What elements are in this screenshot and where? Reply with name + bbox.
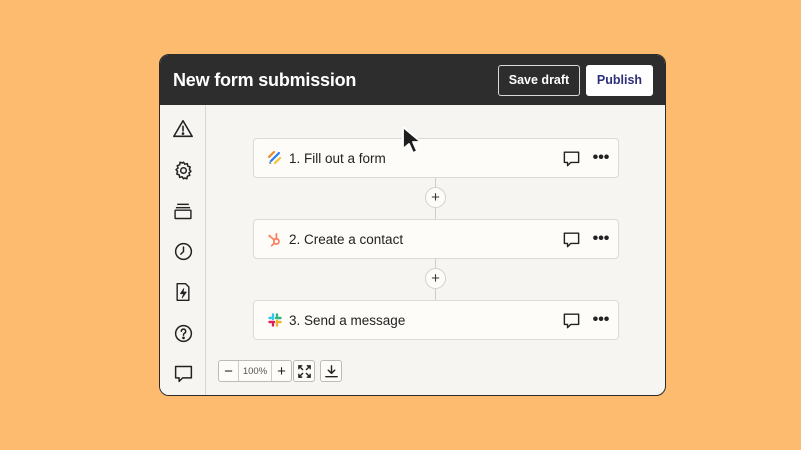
zoom-level: 100% bbox=[238, 361, 272, 381]
download-button[interactable] bbox=[320, 360, 342, 382]
file-bolt-icon[interactable] bbox=[171, 280, 195, 304]
step-card[interactable]: 3. Send a message ••• bbox=[253, 300, 619, 340]
save-draft-button[interactable]: Save draft bbox=[498, 64, 580, 96]
download-icon bbox=[324, 364, 338, 377]
form-app-icon bbox=[267, 151, 282, 166]
add-step-button[interactable]: + bbox=[425, 187, 446, 208]
zoom-controls: − 100% + bbox=[218, 360, 292, 382]
publish-button[interactable]: Publish bbox=[586, 64, 653, 96]
sidebar bbox=[160, 105, 206, 395]
zoom-in-button[interactable]: + bbox=[272, 361, 291, 381]
gear-icon[interactable] bbox=[171, 158, 195, 182]
slack-icon bbox=[267, 313, 282, 328]
fit-to-screen-button[interactable] bbox=[293, 360, 315, 382]
more-options-icon[interactable]: ••• bbox=[591, 310, 611, 330]
zoom-out-button[interactable]: − bbox=[219, 361, 238, 381]
mouse-cursor-icon bbox=[400, 125, 428, 162]
step-card[interactable]: 2. Create a contact ••• bbox=[253, 219, 619, 259]
comment-icon[interactable] bbox=[561, 229, 581, 249]
step-label: 2. Create a contact bbox=[289, 231, 404, 247]
hubspot-icon bbox=[267, 232, 282, 247]
editor-window: New form submission Save draft Publish 1… bbox=[159, 54, 666, 396]
step-card[interactable]: 1. Fill out a form ••• bbox=[253, 138, 619, 178]
expand-icon bbox=[297, 364, 311, 378]
workflow-canvas[interactable]: 1. Fill out a form ••• + 2. Create a con… bbox=[207, 105, 665, 395]
clock-icon[interactable] bbox=[171, 239, 195, 263]
more-options-icon[interactable]: ••• bbox=[591, 148, 611, 168]
header-bar: New form submission Save draft Publish bbox=[160, 55, 665, 105]
step-label: 3. Send a message bbox=[289, 312, 406, 328]
help-icon[interactable] bbox=[171, 321, 195, 345]
warning-icon[interactable] bbox=[171, 117, 195, 141]
comment-icon[interactable] bbox=[561, 310, 581, 330]
page-title: New form submission bbox=[173, 69, 357, 90]
comment-icon[interactable] bbox=[171, 361, 195, 385]
add-step-button[interactable]: + bbox=[425, 268, 446, 289]
versions-icon[interactable] bbox=[171, 199, 195, 223]
comment-icon[interactable] bbox=[561, 148, 581, 168]
more-options-icon[interactable]: ••• bbox=[591, 229, 611, 249]
